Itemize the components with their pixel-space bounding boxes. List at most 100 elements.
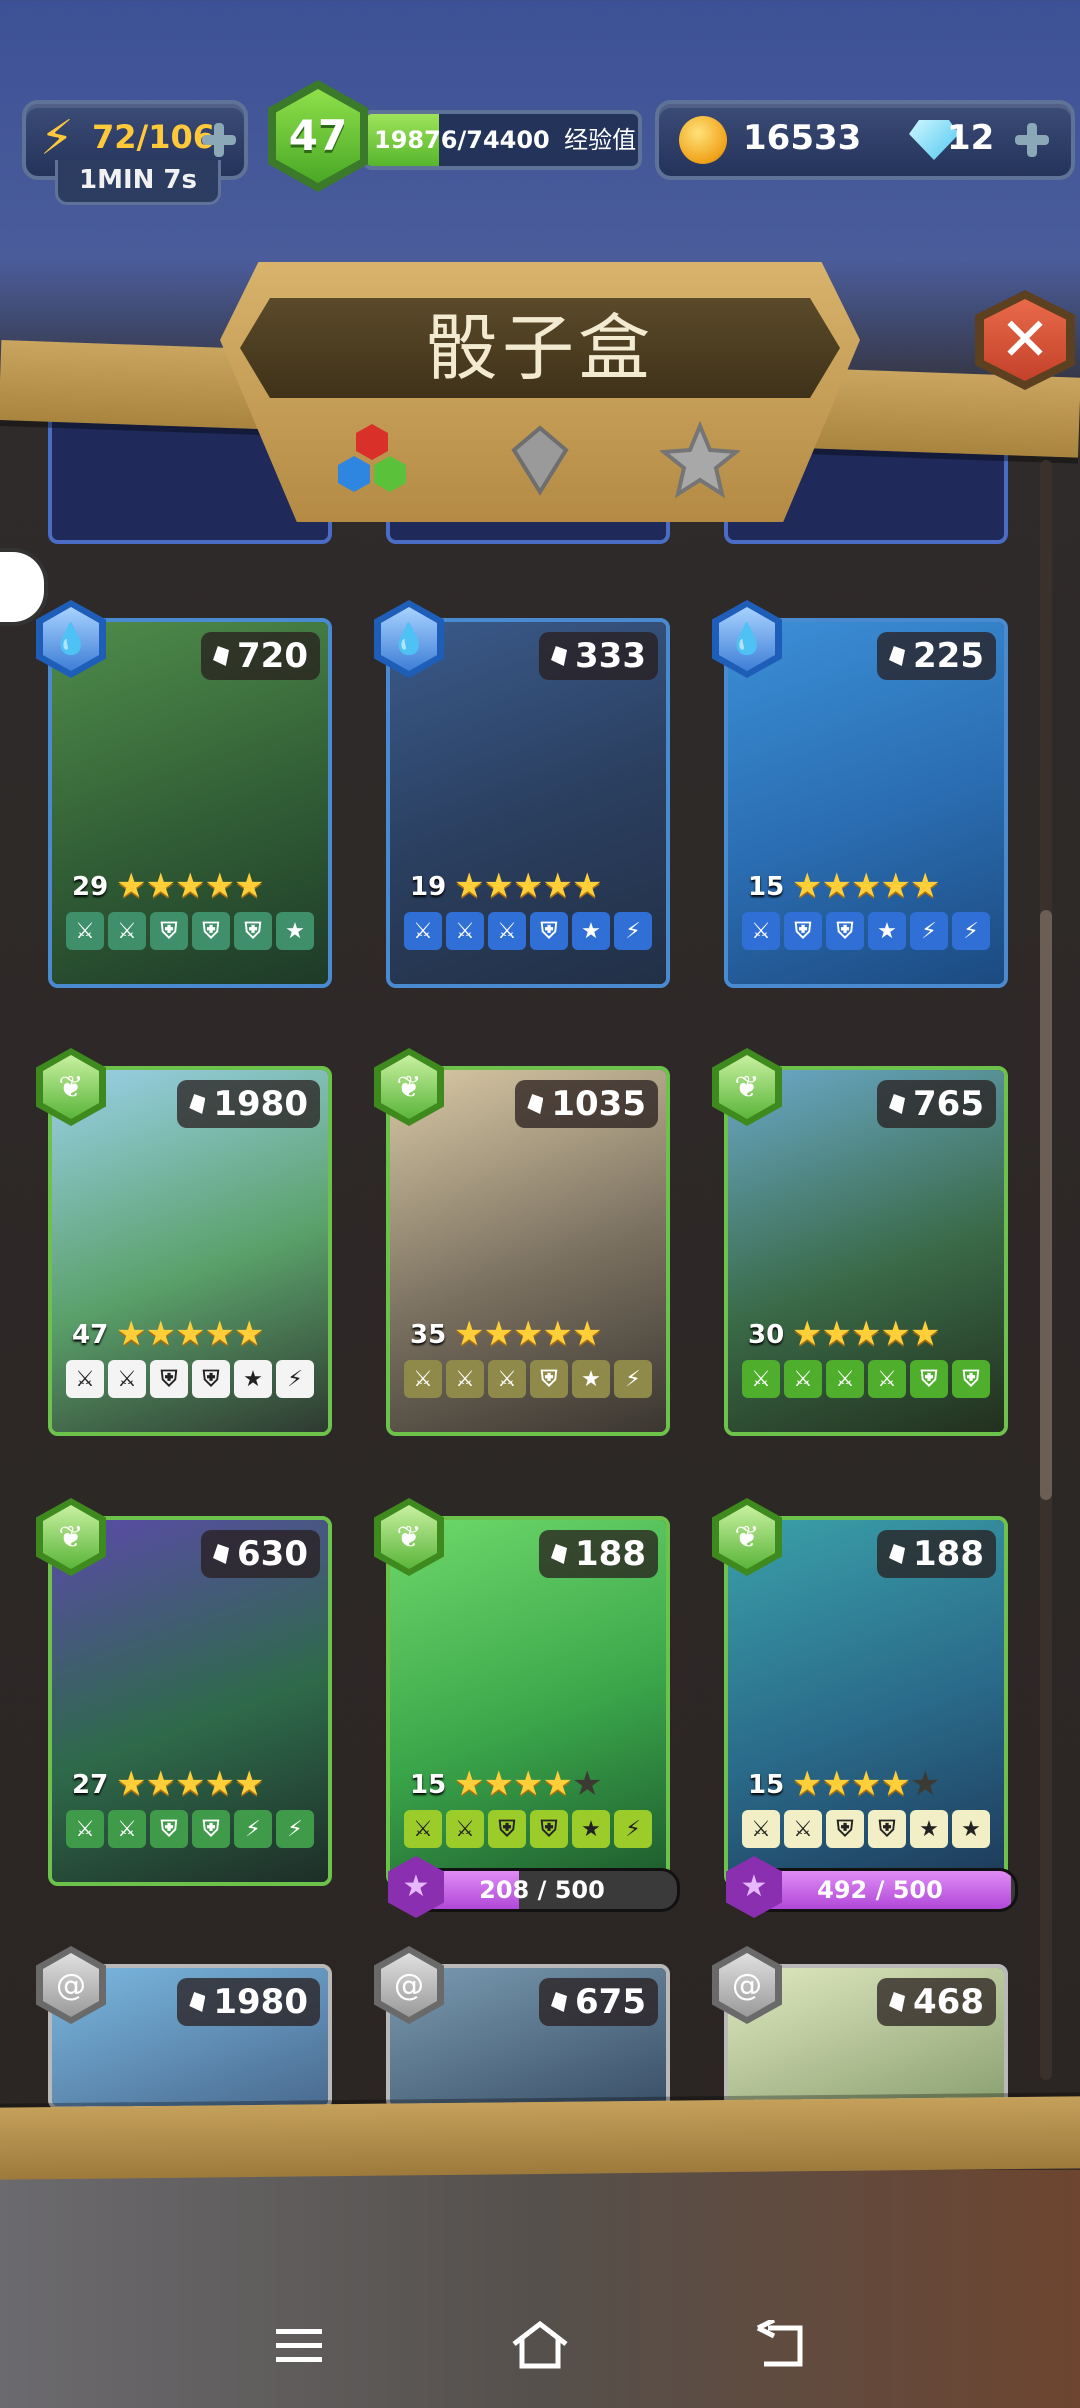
dice-faces-row: ⚔ ⚔ ⚔ ⛨ ★ ⚡ [404, 1360, 652, 1398]
star-filled-icon: ★ [571, 1314, 603, 1354]
star-face-icon: ★ [234, 1360, 272, 1398]
lightning-icon: ⚡ [40, 110, 74, 166]
star-filled-icon: ★ [512, 866, 544, 906]
star-filled-icon: ★ [880, 1314, 911, 1354]
star-filled-icon: ★ [571, 866, 603, 906]
card-level: 47 [72, 1320, 109, 1350]
sword-face-icon: ⚔ [404, 1810, 442, 1848]
card-stars: ★★★★★ [116, 1314, 264, 1354]
bolt-face-icon: ⚡ [234, 1810, 272, 1848]
dice-card-sea-dragon[interactable]: 225 15 ★★★★★ ⚔ ⛨ ⛨ ★ ⚡ ⚡ [724, 618, 1008, 988]
star-face-icon: ★ [276, 912, 314, 950]
close-x-icon: ✕ [984, 299, 1066, 381]
star-filled-icon: ★ [204, 1764, 235, 1804]
add-energy-plus-icon[interactable] [202, 123, 236, 157]
sword-face-icon: ⚔ [108, 1360, 146, 1398]
card-cost: 1980 [177, 1080, 320, 1128]
player-level: 47 [276, 89, 360, 183]
water-drop-icon: 💧 [43, 607, 99, 671]
leaf-icon: ❦ [719, 1055, 775, 1119]
grey-diamond-filter-icon[interactable] [500, 420, 580, 500]
dice-faces-row: ⚔ ⚔ ⚔ ⚔ ⛨ ⛨ [742, 1360, 990, 1398]
upgrade-progress-text: 208 / 500 [479, 1876, 605, 1904]
dice-card-frog-monster[interactable]: 720 29 ★★★★★ ⚔ ⚔ ⛨ ⛨ ⛨ ★ [48, 618, 332, 988]
home-button[interactable] [495, 2310, 585, 2380]
player-level-badge[interactable]: 47 [268, 80, 368, 192]
shield-face-icon: ⛨ [234, 912, 272, 950]
dice-faces-row: ⚔ ⚔ ⛨ ⛨ ★ ⚡ [404, 1810, 652, 1848]
spiral-icon: @ [719, 1953, 775, 2017]
energy-value: 72/106 [92, 118, 216, 156]
star-filled-icon: ★ [909, 1314, 941, 1354]
shield-face-icon: ⛨ [910, 1360, 948, 1398]
card-cost: 225 [877, 632, 996, 680]
star-filled-icon: ★ [454, 1764, 485, 1804]
star-filled-icon: ★ [116, 1764, 147, 1804]
bolt-face-icon: ⚡ [910, 912, 948, 950]
star-filled-icon: ★ [542, 866, 573, 906]
system-navbar [0, 2290, 1080, 2408]
shield-face-icon: ⛨ [192, 912, 230, 950]
dice-card-orc[interactable]: 765 30 ★★★★★ ⚔ ⚔ ⚔ ⚔ ⛨ ⛨ [724, 1066, 1008, 1436]
side-ghost-icon[interactable] [0, 548, 48, 626]
star-filled-icon: ★ [204, 1314, 235, 1354]
card-stars: ★★★★★ [116, 866, 264, 906]
star-face-icon: ★ [952, 1810, 990, 1848]
sword-face-icon: ⚔ [742, 912, 780, 950]
menu-button[interactable] [254, 2310, 344, 2380]
dice-faces-row: ⚔ ⚔ ⛨ ⛨ ⛨ ★ [66, 912, 314, 950]
dice-card-crocodile-monster[interactable]: 333 19 ★★★★★ ⚔ ⚔ ⚔ ⛨ ★ ⚡ [386, 618, 670, 988]
sword-face-icon: ⚔ [108, 912, 146, 950]
dice-card-cyclops[interactable]: 1035 35 ★★★★★ ⚔ ⚔ ⚔ ⛨ ★ ⚡ [386, 1066, 670, 1436]
xp-value: 19876/74400 经验值 [374, 114, 636, 166]
dice-card-unicorn[interactable]: 188 15 ★★★★★ ⚔ ⚔ ⛨ ⛨ ★ ★ [724, 1516, 1008, 1886]
sword-face-icon: ⚔ [66, 1360, 104, 1398]
card-cost: 188 [539, 1530, 658, 1578]
multicolor-hex-filter-icon[interactable] [332, 420, 412, 500]
scrollbar-thumb[interactable] [1040, 910, 1052, 1500]
leaf-icon: ❦ [43, 1055, 99, 1119]
water-drop-icon: 💧 [381, 607, 437, 671]
star-filled-icon: ★ [542, 1314, 573, 1354]
shield-face-icon: ⛨ [530, 912, 568, 950]
currency-counter[interactable]: 16533 12 [655, 100, 1075, 180]
shield-face-icon: ⛨ [488, 1810, 526, 1848]
star-filled-icon: ★ [116, 866, 147, 906]
dice-card-panda[interactable]: 1980 47 ★★★★★ ⚔ ⚔ ⛨ ⛨ ★ ⚡ [48, 1066, 332, 1436]
shield-face-icon: ⛨ [150, 1360, 188, 1398]
star-filled-icon: ★ [116, 1314, 147, 1354]
dice-faces-row: ⚔ ⚔ ⛨ ⛨ ★ ★ [742, 1810, 990, 1848]
star-filled-icon: ★ [204, 866, 235, 906]
sword-face-icon: ⚔ [784, 1810, 822, 1848]
star-filled-icon: ★ [454, 866, 485, 906]
shield-face-icon: ⛨ [192, 1360, 230, 1398]
star-face-icon: ★ [572, 1360, 610, 1398]
star-filled-icon: ★ [880, 866, 911, 906]
bolt-face-icon: ⚡ [614, 912, 652, 950]
dice-card-hydra-plant[interactable]: 630 27 ★★★★★ ⚔ ⚔ ⛨ ⛨ ⚡ ⚡ [48, 1516, 332, 1886]
card-level: 30 [748, 1320, 785, 1350]
card-cost: 675 [539, 1978, 658, 2026]
card-level: 35 [410, 1320, 447, 1350]
sword-face-icon: ⚔ [404, 912, 442, 950]
upgrade-progress-text: 492 / 500 [817, 1876, 943, 1904]
upgrade-progress-bar: 208 / 500 [404, 1868, 680, 1912]
star-filled-icon: ★ [792, 1314, 823, 1354]
star-filled-icon: ★ [483, 1314, 514, 1354]
back-button[interactable] [735, 2310, 825, 2380]
dice-faces-row: ⚔ ⛨ ⛨ ★ ⚡ ⚡ [742, 912, 990, 950]
star-filled-icon: ★ [483, 866, 514, 906]
card-cost: 765 [877, 1080, 996, 1128]
star-filled-icon: ★ [909, 866, 941, 906]
add-currency-plus-icon[interactable] [1015, 123, 1049, 157]
star-empty-icon: ★ [909, 1764, 941, 1804]
card-stars: ★★★★★ [116, 1764, 264, 1804]
dice-card-slime-eye[interactable]: 188 15 ★★★★★ ⚔ ⚔ ⛨ ⛨ ★ ⚡ [386, 1516, 670, 1886]
star-filled-icon: ★ [850, 1314, 882, 1354]
grey-star-filter-icon[interactable] [660, 420, 740, 500]
gold-coin-icon [679, 116, 727, 164]
card-stars: ★★★★★ [454, 1314, 603, 1354]
card-cost: 188 [877, 1530, 996, 1578]
card-level: 15 [748, 1770, 785, 1800]
leaf-icon: ❦ [43, 1505, 99, 1569]
